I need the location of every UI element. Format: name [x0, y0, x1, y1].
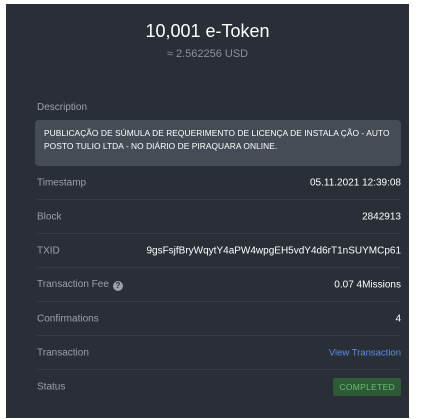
view-transaction-link[interactable]: View Transaction — [329, 347, 401, 358]
help-icon[interactable]: ? — [112, 280, 123, 291]
transaction-fee-value: 0.07 4Missions — [334, 279, 401, 290]
status-row: Status COMPLETED — [37, 370, 401, 404]
timestamp-value: 05.11.2021 12:39:08 — [309, 177, 401, 188]
description-box: PUBLICAÇÃO DE SÚMULA DE REQUERIMENTO DE … — [35, 120, 401, 166]
confirmations-row: Confirmations 4 — [37, 302, 401, 336]
txid-value[interactable]: 9gsFsjfBryWqytY4aPW4wpgEH5vdY4d6rT1nSUYM… — [146, 245, 401, 256]
transaction-fee-label-text: Transaction Fee — [37, 278, 109, 290]
confirmations-value: 4 — [395, 313, 401, 324]
txid-row: TXID 9gsFsjfBryWqytY4aPW4wpgEH5vdY4d6rT1… — [37, 234, 401, 268]
block-row: Block 2842913 — [37, 200, 401, 234]
timestamp-label: Timestamp — [37, 177, 87, 188]
status-badge: COMPLETED — [333, 378, 401, 396]
usd-equivalent: ≈ 2.562256 USD — [166, 48, 249, 60]
status-label: Status — [37, 381, 66, 393]
transaction-row: Transaction View Transaction — [37, 336, 401, 370]
txid-label: TXID — [37, 245, 60, 256]
confirmations-label: Confirmations — [37, 313, 99, 324]
block-label: Block — [37, 211, 62, 222]
description-label: Description — [37, 102, 88, 113]
transaction-fee-label: Transaction Fee? — [37, 279, 123, 291]
transaction-details-card: 10,001 e-Token ≈ 2.562256 USD Descriptio… — [6, 4, 409, 418]
block-value: 2842913 — [362, 211, 401, 222]
token-amount: 10,001 e-Token — [145, 21, 270, 41]
timestamp-row: Timestamp 05.11.2021 12:39:08 — [37, 166, 401, 200]
transaction-fee-row: Transaction Fee? 0.07 4Missions — [37, 268, 401, 302]
transaction-label: Transaction — [37, 347, 89, 358]
